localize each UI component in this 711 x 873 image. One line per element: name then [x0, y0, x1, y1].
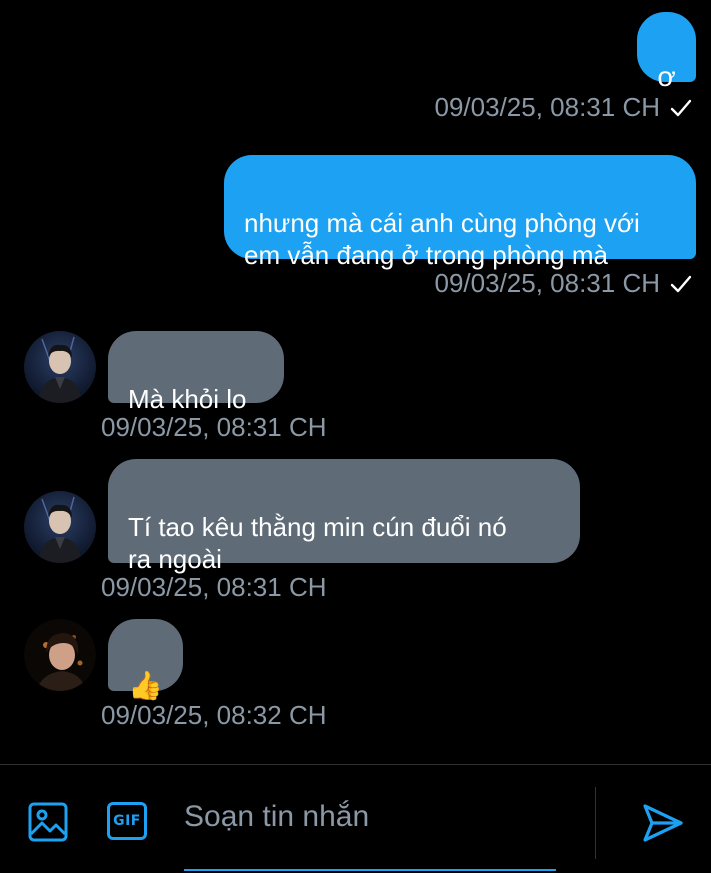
image-icon[interactable]: [28, 802, 68, 842]
message-text: Tí tao kêu thằng min cún đuổi nó ra ngoà…: [128, 512, 507, 574]
composer-divider: [595, 787, 596, 859]
message-composer: GIF: [0, 764, 711, 873]
sender-avatar[interactable]: [24, 619, 96, 691]
message-timestamp: 09/03/25, 08:31 CH: [101, 572, 327, 602]
send-icon[interactable]: [641, 801, 685, 845]
message-timestamp: 09/03/25, 08:31 CH: [434, 268, 661, 298]
message-bubble-incoming[interactable]: 👍: [108, 619, 183, 702]
gif-icon[interactable]: GIF: [107, 802, 147, 840]
message-bubble-outgoing[interactable]: ơ: [637, 12, 696, 92]
sent-check-icon: [670, 99, 692, 117]
message-text: ơ: [657, 61, 676, 92]
message-text: Mà khỏi lo: [128, 384, 247, 414]
gif-label: GIF: [113, 813, 141, 829]
message-timestamp: 09/03/25, 08:31 CH: [101, 412, 327, 442]
message-timestamp: 09/03/25, 08:32 CH: [101, 700, 327, 730]
message-bubble-incoming[interactable]: Tí tao kêu thằng min cún đuổi nó ra ngoà…: [108, 459, 580, 574]
sent-check-icon: [670, 275, 692, 293]
thumbs-up-emoji: 👍: [128, 669, 163, 702]
message-input[interactable]: [184, 795, 556, 839]
message-timestamp: 09/03/25, 08:31 CH: [434, 92, 661, 122]
avatar-person-b-image: [24, 619, 96, 691]
message-text: nhưng mà cái anh cùng phòng với em vẫn đ…: [244, 208, 640, 270]
input-underline: [184, 869, 556, 871]
avatar-person-a-image: [24, 491, 96, 563]
message-bubble-incoming[interactable]: Mà khỏi lo: [108, 331, 284, 414]
dm-conversation: ơ 09/03/25, 08:31 CH nhưng mà cái anh cù…: [0, 0, 711, 873]
sender-avatar[interactable]: [24, 331, 96, 403]
avatar-person-a-image: [24, 331, 96, 403]
sender-avatar[interactable]: [24, 491, 96, 563]
message-bubble-outgoing[interactable]: nhưng mà cái anh cùng phòng với em vẫn đ…: [224, 155, 696, 270]
